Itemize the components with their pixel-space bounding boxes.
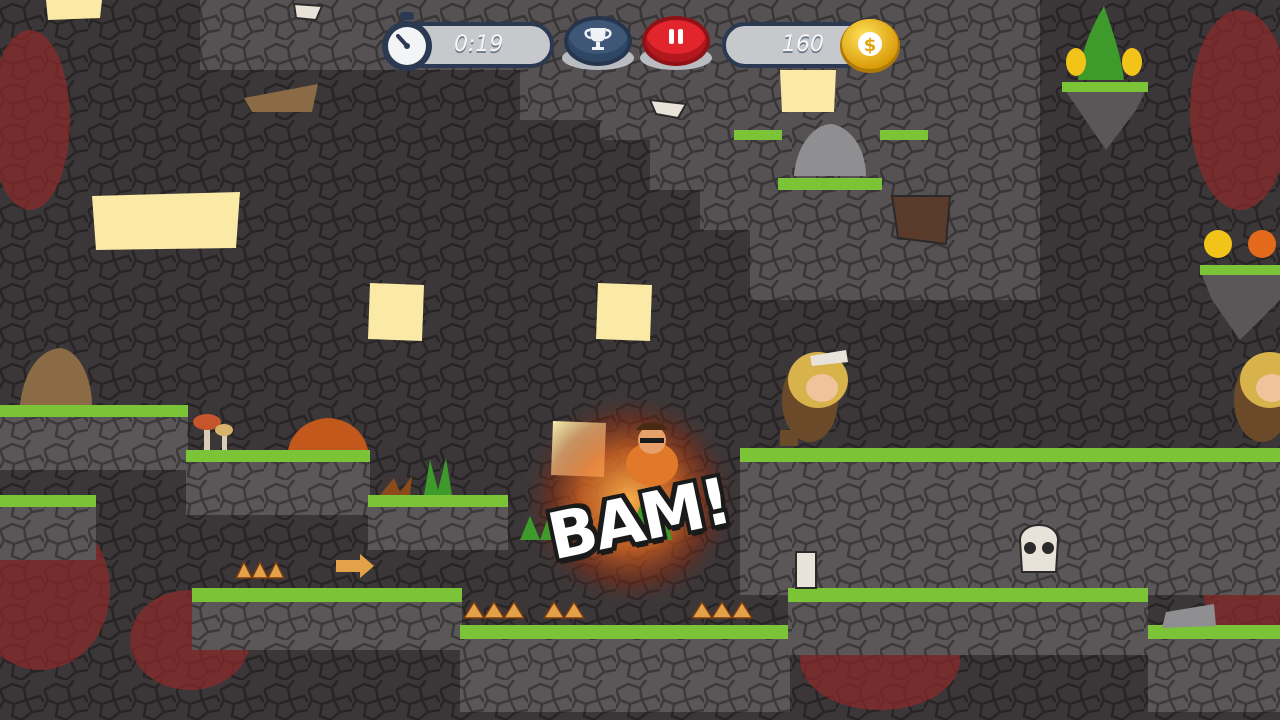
svg-text:$: $ bbox=[864, 35, 877, 56]
trophy-icon bbox=[584, 28, 612, 50]
stopwatch-icon bbox=[378, 10, 436, 72]
timer-value: 0:19 bbox=[454, 32, 504, 57]
coin-count-value: 160 bbox=[782, 32, 824, 57]
trophy-button[interactable] bbox=[564, 16, 632, 66]
pause-icon bbox=[669, 29, 683, 44]
pause-button[interactable] bbox=[642, 16, 710, 66]
dollar-coin-icon: $ bbox=[838, 16, 902, 74]
hud: 0:19 160 $ bbox=[0, 0, 1280, 90]
game-world bbox=[0, 0, 1280, 720]
